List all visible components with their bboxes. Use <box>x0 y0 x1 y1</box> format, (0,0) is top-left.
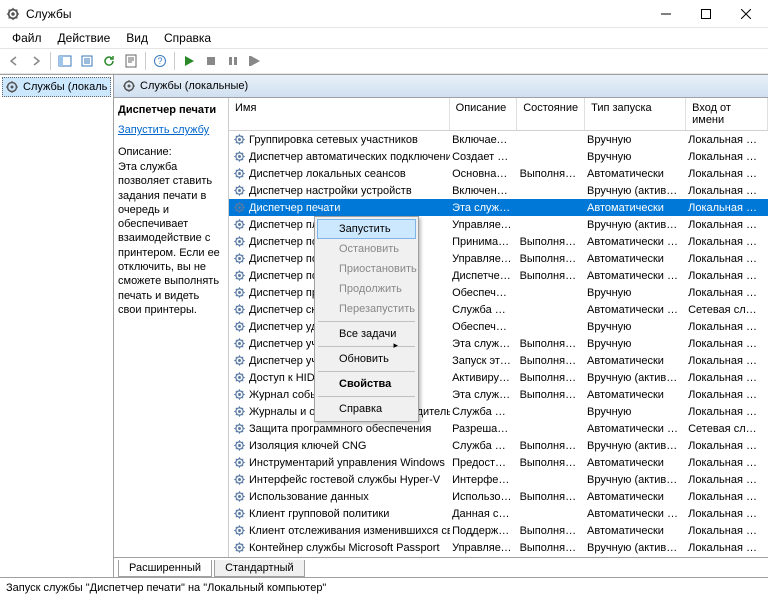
table-row[interactable]: Диспетчер учетны…Эта служб…ВыполняетсяВр… <box>229 335 768 352</box>
stop-service-button[interactable] <box>201 51 221 71</box>
start-service-button[interactable] <box>179 51 199 71</box>
restart-service-button[interactable] <box>245 51 265 71</box>
menu-help[interactable]: Справка <box>156 29 219 47</box>
cm-help[interactable]: Справка <box>317 399 416 419</box>
table-row[interactable]: Контейнер службы Microsoft PassportУправ… <box>229 539 768 556</box>
cm-restart: Перезапустить <box>317 299 416 319</box>
table-row[interactable]: Диспетчер подклюПринимае…ВыполняетсяАвто… <box>229 233 768 250</box>
tab-standard[interactable]: Стандартный <box>214 560 305 577</box>
minimize-button[interactable] <box>646 1 686 27</box>
desc-text: Эта служба позволяет ставить задания печ… <box>118 160 224 317</box>
table-row[interactable]: Диспетчер учетны…Запуск это…ВыполняетсяА… <box>229 352 768 369</box>
services-icon <box>6 7 20 21</box>
cm-stop: Остановить <box>317 239 416 259</box>
window-title: Службы <box>26 7 646 21</box>
forward-button[interactable] <box>26 51 46 71</box>
table-row[interactable]: Диспетчер печатиЭта служб…АвтоматическиЛ… <box>229 199 768 216</box>
table-row[interactable]: Диспетчер проверОбеспечи…ВручнуюЛокальна… <box>229 284 768 301</box>
services-icon <box>122 79 136 93</box>
maximize-button[interactable] <box>686 1 726 27</box>
toolbar: ? <box>0 48 768 74</box>
tab-extended[interactable]: Расширенный <box>118 560 212 577</box>
list-area: Диспетчер печати Запустить службу Описан… <box>114 98 768 557</box>
back-button[interactable] <box>4 51 24 71</box>
services-list[interactable]: Имя Описание Состояние Тип запуска Вход … <box>229 98 768 557</box>
desc-label: Описание: <box>118 146 224 158</box>
main-panel: Службы (локальные) Диспетчер печати Запу… <box>114 75 768 577</box>
table-row[interactable]: Доступ к HID-устрАктивирует…ВыполняетсяВ… <box>229 369 768 386</box>
help-button[interactable]: ? <box>150 51 170 71</box>
cm-alltasks[interactable]: Все задачи <box>317 324 416 344</box>
table-row[interactable]: Использование данныхИспользо…Выполняется… <box>229 488 768 505</box>
table-row[interactable]: Защита программного обеспеченияРазрешает… <box>229 420 768 437</box>
list-header: Имя Описание Состояние Тип запуска Вход … <box>229 98 768 131</box>
table-row[interactable]: Группировка сетевых участниковВключает …… <box>229 131 768 148</box>
cm-resume: Продолжить <box>317 279 416 299</box>
side-info-panel: Диспетчер печати Запустить службу Описан… <box>114 98 229 557</box>
main-container: Службы (локаль Службы (локальные) Диспет… <box>0 74 768 577</box>
panel-header: Службы (локальные) <box>114 75 768 98</box>
cm-refresh[interactable]: Обновить <box>317 349 416 369</box>
context-menu: ЗапуститьОстановитьПриостановитьПродолжи… <box>314 216 419 422</box>
cm-pause: Приостановить <box>317 259 416 279</box>
table-row[interactable]: Диспетчер пользоДиспетчер…ВыполняетсяАвт… <box>229 267 768 284</box>
view-tabs: Расширенный Стандартный <box>114 557 768 577</box>
svg-text:?: ? <box>157 56 162 66</box>
col-desc[interactable]: Описание <box>450 98 518 130</box>
menubar: Файл Действие Вид Справка <box>0 28 768 48</box>
cm-start[interactable]: Запустить <box>317 219 416 239</box>
table-row[interactable]: Диспетчер скачан…Служба W…Автоматически … <box>229 301 768 318</box>
table-row[interactable]: Клиент групповой политикиДанная сл…Автом… <box>229 505 768 522</box>
table-row[interactable]: Клиент отслеживания изменившихся связейП… <box>229 522 768 539</box>
table-row[interactable]: Изоляция ключей CNGСлужба из…Выполняется… <box>229 437 768 454</box>
col-start[interactable]: Тип запуска <box>585 98 686 130</box>
col-name[interactable]: Имя <box>229 98 450 130</box>
col-logon[interactable]: Вход от имени <box>686 98 768 130</box>
table-row[interactable]: Журнал событий WindowsЭта служб…Выполняе… <box>229 386 768 403</box>
services-icon <box>5 80 19 94</box>
menu-file[interactable]: Файл <box>4 29 50 47</box>
table-row[interactable]: Диспетчер локальных сеансовОсновная …Вып… <box>229 165 768 182</box>
export-button[interactable] <box>77 51 97 71</box>
menu-view[interactable]: Вид <box>118 29 156 47</box>
table-row[interactable]: Диспетчер настройки устройствВключени…Вр… <box>229 182 768 199</box>
table-row[interactable]: Диспетчер удосто…Обеспечи…ВручнуюЛокальн… <box>229 318 768 335</box>
table-row[interactable]: Диспетчер подклюУправляет…ВыполняетсяАвт… <box>229 250 768 267</box>
table-row[interactable]: Диспетчер платежУправляет…Вручную (актив… <box>229 216 768 233</box>
tree-panel: Службы (локаль <box>0 75 114 577</box>
statusbar: Запуск службы "Диспетчер печати" на "Лок… <box>0 577 768 597</box>
table-row[interactable]: Координатор распределенных транзакцийКоо… <box>229 556 768 557</box>
close-button[interactable] <box>726 1 766 27</box>
table-row[interactable]: Инструментарий управления WindowsПредост… <box>229 454 768 471</box>
panel-header-text: Службы (локальные) <box>140 80 248 92</box>
properties-button[interactable] <box>121 51 141 71</box>
side-title: Диспетчер печати <box>118 104 224 116</box>
status-text: Запуск службы "Диспетчер печати" на "Лок… <box>6 582 326 594</box>
table-row[interactable]: Интерфейс гостевой службы Hyper-VИнтерфе… <box>229 471 768 488</box>
titlebar: Службы <box>0 0 768 28</box>
table-row[interactable]: Диспетчер автоматических подключений уда… <box>229 148 768 165</box>
refresh-button[interactable] <box>99 51 119 71</box>
tree-root-label: Службы (локаль <box>23 81 107 93</box>
start-service-link[interactable]: Запустить службу <box>118 124 224 136</box>
tree-root-item[interactable]: Службы (локаль <box>2 77 111 97</box>
pause-service-button[interactable] <box>223 51 243 71</box>
menu-action[interactable]: Действие <box>50 29 119 47</box>
col-state[interactable]: Состояние <box>517 98 585 130</box>
cm-properties[interactable]: Свойства <box>317 374 416 394</box>
table-row[interactable]: Журналы и оповещения производительностиС… <box>229 403 768 420</box>
show-hide-button[interactable] <box>55 51 75 71</box>
